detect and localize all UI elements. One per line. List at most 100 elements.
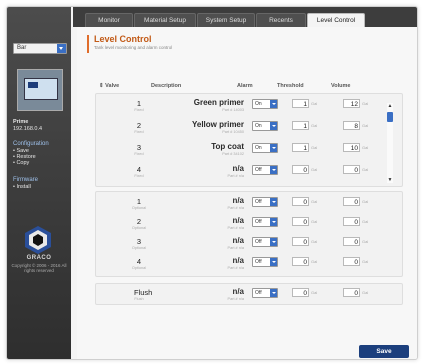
alarm-select[interactable]: Off bbox=[252, 165, 278, 175]
material-part-number: Part # 34102 bbox=[222, 152, 244, 156]
main-panel: Level Control Tank level monitoring and … bbox=[77, 27, 417, 359]
material-part-number: Part # n/a bbox=[227, 206, 244, 210]
scroll-down-icon[interactable]: ▼ bbox=[387, 177, 393, 183]
tab-monitor[interactable]: Monitor bbox=[85, 13, 133, 27]
volume-unit: Gal bbox=[362, 101, 369, 106]
alarm-value: Off bbox=[255, 290, 262, 296]
material-description: Yellow primer bbox=[191, 120, 244, 129]
config-copy-link[interactable]: • Copy bbox=[13, 160, 29, 167]
material-description: Top coat bbox=[211, 142, 244, 151]
chevron-down-icon bbox=[270, 166, 277, 174]
tab-system-setup[interactable]: System Setup bbox=[197, 13, 255, 27]
volume-unit: Gal bbox=[362, 167, 369, 172]
threshold-input[interactable]: 0 bbox=[292, 288, 309, 297]
valve-type: Optional bbox=[131, 266, 147, 270]
firmware-install-link[interactable]: • Install bbox=[13, 184, 31, 191]
table-row: 2 Optional n/a Part # n/a Off 0 Gal 0 Gal bbox=[96, 214, 396, 234]
chevron-down-icon bbox=[270, 218, 277, 226]
valve-type: Fixed bbox=[134, 130, 144, 134]
column-header-alarm: Alarm bbox=[237, 83, 253, 89]
valve-type: Optional bbox=[131, 206, 147, 210]
volume-input[interactable]: 8 bbox=[343, 121, 360, 130]
volume-input[interactable]: 0 bbox=[343, 257, 360, 266]
threshold-input[interactable]: 0 bbox=[292, 237, 309, 246]
valve-number: Flush bbox=[134, 288, 153, 297]
device-ip: 192.168.0.4 bbox=[13, 126, 43, 132]
material-part-number: Part # n/a bbox=[227, 297, 244, 301]
threshold-unit: Gal bbox=[311, 259, 318, 264]
volume-input[interactable]: 0 bbox=[343, 197, 360, 206]
tab-bar: Monitor Material Setup System Setup Rece… bbox=[73, 7, 417, 27]
volume-input[interactable]: 12 bbox=[343, 99, 360, 108]
page-title: Level Control bbox=[94, 34, 152, 44]
volume-unit: Gal bbox=[362, 219, 369, 224]
volume-unit: Gal bbox=[362, 199, 369, 204]
page-header: Level Control Tank level monitoring and … bbox=[87, 34, 309, 53]
alarm-select[interactable]: Off bbox=[252, 288, 278, 298]
tab-recents[interactable]: Recents bbox=[256, 13, 306, 27]
config-heading: Configuration bbox=[13, 141, 49, 147]
valve-number: 1 bbox=[136, 197, 142, 206]
valve-number: 4 bbox=[136, 165, 142, 174]
chevron-down-icon bbox=[270, 122, 277, 130]
flush-group: Flush Flush n/a Part # n/a Off 0 Gal 0 Gal bbox=[95, 283, 403, 305]
table-row: 1 Fixed Green primer Part # 14003 On 1 Gal 12 Ga… bbox=[96, 96, 396, 116]
valve-number: 3 bbox=[136, 143, 142, 152]
alarm-select[interactable]: On bbox=[252, 143, 278, 153]
alarm-value: Off bbox=[255, 239, 262, 245]
volume-input[interactable]: 0 bbox=[343, 217, 360, 226]
volume-input[interactable]: 0 bbox=[343, 288, 360, 297]
alarm-select[interactable]: Off bbox=[252, 217, 278, 227]
threshold-input[interactable]: 0 bbox=[292, 165, 309, 174]
material-description: n/a bbox=[232, 236, 244, 245]
threshold-unit: Gal bbox=[311, 290, 318, 295]
alarm-value: Off bbox=[255, 199, 262, 205]
chevron-down-icon bbox=[270, 198, 277, 206]
material-part-number: Part # 10450 bbox=[222, 130, 244, 134]
valve-number: 3 bbox=[136, 237, 142, 246]
volume-unit: Gal bbox=[362, 145, 369, 150]
alarm-value: Off bbox=[255, 219, 262, 225]
scrollbar[interactable]: ▲ ▼ bbox=[387, 103, 393, 183]
device-select[interactable]: Bar bbox=[13, 43, 67, 54]
volume-input[interactable]: 0 bbox=[343, 165, 360, 174]
tab-material-setup[interactable]: Material Setup bbox=[134, 13, 196, 27]
firmware-heading: Firmware bbox=[13, 177, 38, 183]
table-row: 3 Optional n/a Part # n/a Off 0 Gal 0 Gal bbox=[96, 234, 396, 254]
chevron-down-icon bbox=[270, 289, 277, 297]
material-description: Green primer bbox=[193, 98, 244, 107]
app-window: Bar Prime 192.168.0.4 Configuration • Sa… bbox=[6, 6, 418, 360]
threshold-unit: Gal bbox=[311, 101, 318, 106]
page-subtitle: Tank level monitoring and alarm control bbox=[94, 45, 173, 50]
alarm-select[interactable]: On bbox=[252, 99, 278, 109]
volume-input[interactable]: 10 bbox=[343, 143, 360, 152]
scroll-thumb[interactable] bbox=[387, 112, 393, 122]
scroll-up-icon[interactable]: ▲ bbox=[387, 103, 393, 109]
tab-level-control[interactable]: Level Control bbox=[307, 13, 365, 27]
threshold-input[interactable]: 0 bbox=[292, 197, 309, 206]
alarm-select[interactable]: Off bbox=[252, 197, 278, 207]
chevron-down-icon bbox=[57, 44, 66, 53]
material-part-number: Part # n/a bbox=[227, 266, 244, 270]
alarm-select[interactable]: Off bbox=[252, 257, 278, 267]
valve-type: Fixed bbox=[134, 152, 144, 156]
threshold-unit: Gal bbox=[311, 199, 318, 204]
chevron-down-icon bbox=[270, 100, 277, 108]
valve-type: Fixed bbox=[134, 108, 144, 112]
threshold-unit: Gal bbox=[311, 167, 318, 172]
material-description: n/a bbox=[232, 196, 244, 205]
device-image bbox=[17, 69, 63, 111]
volume-input[interactable]: 0 bbox=[343, 237, 360, 246]
threshold-input[interactable]: 1 bbox=[292, 99, 309, 108]
threshold-input[interactable]: 1 bbox=[292, 143, 309, 152]
alarm-select[interactable]: On bbox=[252, 121, 278, 131]
alarm-select[interactable]: Off bbox=[252, 237, 278, 247]
threshold-unit: Gal bbox=[311, 239, 318, 244]
threshold-input[interactable]: 0 bbox=[292, 257, 309, 266]
threshold-input[interactable]: 1 bbox=[292, 121, 309, 130]
save-button[interactable]: Save bbox=[359, 345, 409, 358]
threshold-input[interactable]: 0 bbox=[292, 217, 309, 226]
column-header-description: Description bbox=[151, 83, 182, 89]
copyright-text: Copyright © 2006 - 2016 All rights reser… bbox=[11, 263, 67, 273]
table-row: 2 Fixed Yellow primer Part # 10450 On 1 Gal 8 Ga… bbox=[96, 118, 396, 138]
